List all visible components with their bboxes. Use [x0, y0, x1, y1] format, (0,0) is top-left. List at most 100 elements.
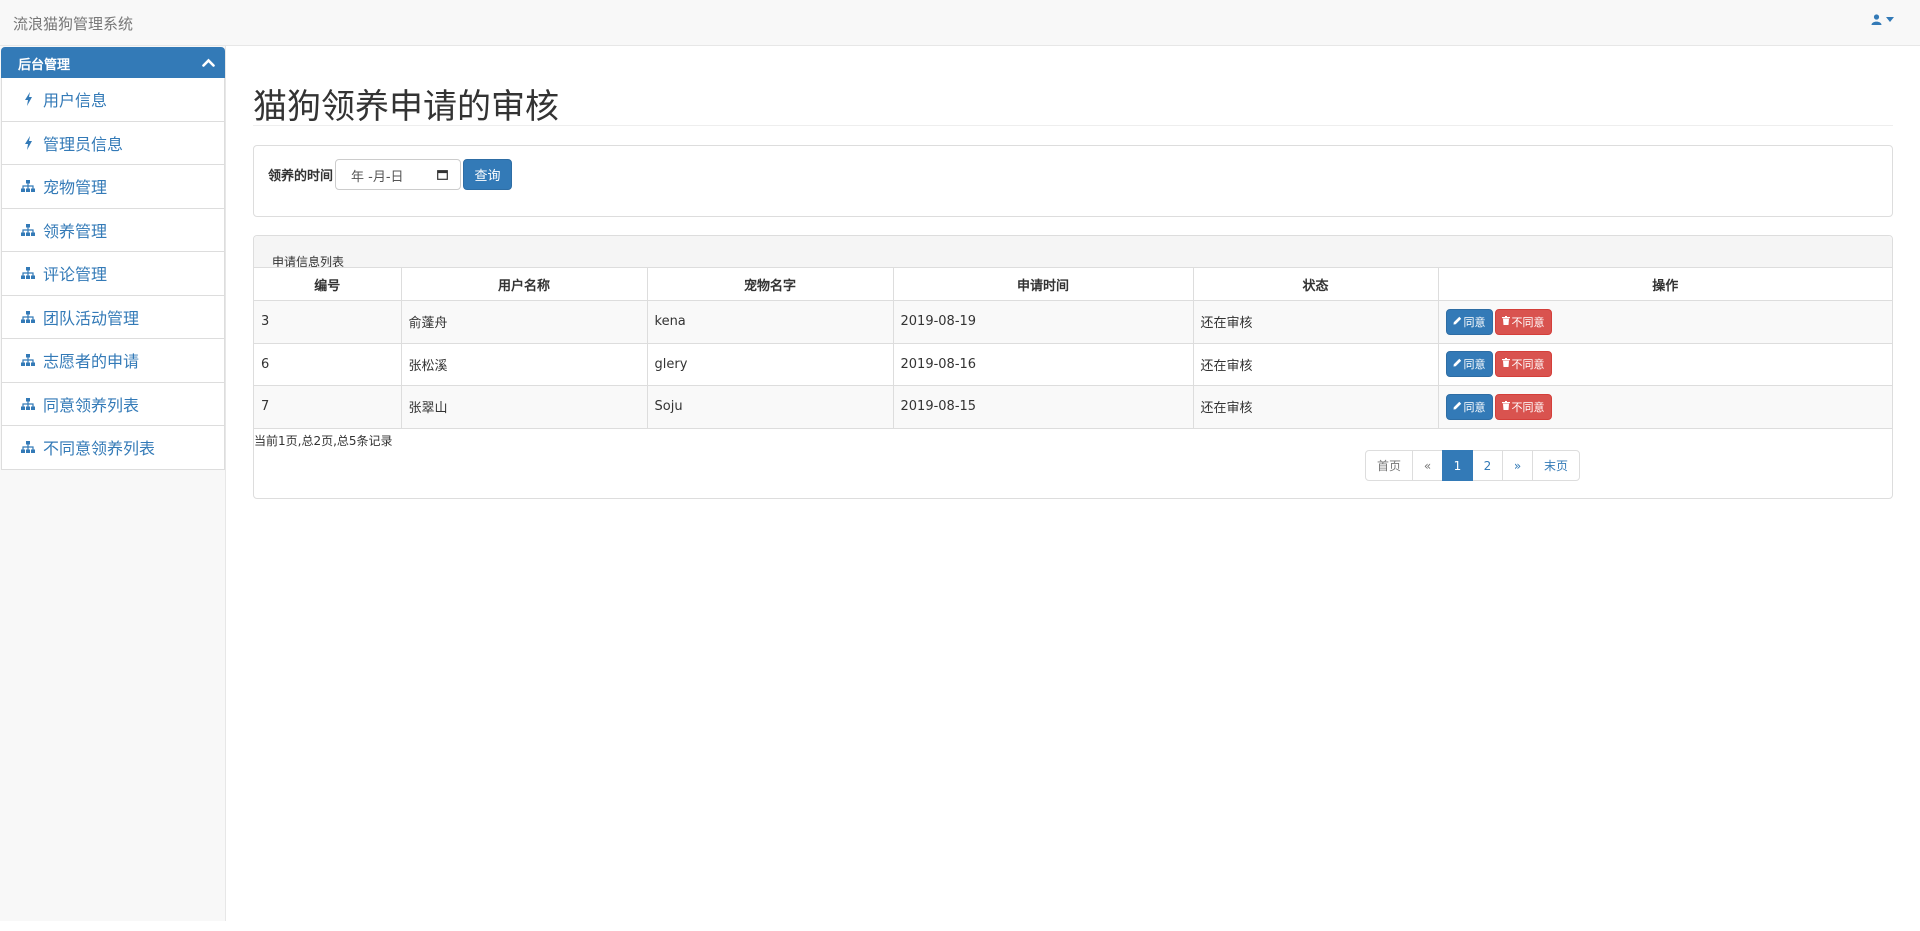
user-menu[interactable] [1871, 14, 1894, 25]
agree-label: 同意 [1463, 401, 1486, 414]
sitemap-icon [20, 309, 36, 325]
disagree-button[interactable]: 不同意 [1494, 351, 1552, 378]
chevron-up-icon [202, 56, 215, 71]
trash-icon [1501, 315, 1510, 328]
sidebar-item-label: 管理员信息 [43, 134, 124, 154]
id-cell: 7 [254, 385, 402, 429]
sidebar-item-label: 用户信息 [43, 91, 108, 111]
search-button[interactable]: 查询 [463, 159, 512, 190]
agree-button[interactable]: 同意 [1445, 308, 1493, 335]
calendar-icon[interactable] [437, 169, 448, 184]
sidebar-item-admins[interactable]: 管理员信息 [1, 121, 225, 165]
pencil-icon [1453, 358, 1462, 370]
sidebar-item-comments[interactable]: 评论管理 [1, 252, 225, 296]
caret-down-icon [1886, 17, 1894, 22]
page-2-button[interactable]: 2 [1472, 450, 1503, 481]
first-page-button[interactable]: 首页 [1365, 450, 1413, 481]
trash-icon [1501, 400, 1510, 413]
column-header: 操作 [1437, 267, 1892, 301]
sidebar-item-approved-adoptions[interactable]: 同意领养列表 [1, 382, 225, 426]
sidebar-item-users[interactable]: 用户信息 [1, 78, 225, 122]
pet-name-cell: Soju [646, 385, 894, 429]
id-cell: 6 [254, 342, 402, 386]
agree-label: 同意 [1463, 316, 1486, 329]
sidebar-item-label: 不同意领养列表 [43, 439, 156, 459]
disagree-label: 不同意 [1511, 316, 1545, 329]
next-page-button[interactable]: » [1502, 450, 1533, 481]
column-header: 申请时间 [892, 267, 1194, 301]
app-brand[interactable]: 流浪猫狗管理系统 [13, 13, 133, 34]
sitemap-icon [20, 439, 36, 455]
table-row: 6 张松溪 glery 2019-08-16 还在审核 同意 不同意 [254, 342, 1892, 386]
user-name-cell: 张翠山 [400, 385, 648, 429]
actions-cell: 同意 不同意 [1437, 385, 1892, 429]
column-header: 状态 [1192, 267, 1439, 301]
sidebar-item-team-activities[interactable]: 团队活动管理 [1, 295, 225, 339]
pagination: 首页 «1 2» 末页 [1365, 450, 1580, 481]
apply-date-cell: 2019-08-15 [892, 385, 1194, 429]
status-cell: 还在审核 [1192, 342, 1439, 386]
bolt-icon [20, 91, 36, 107]
pencil-icon [1453, 316, 1462, 328]
sidebar-header-label: 后台管理 [18, 58, 71, 73]
top-navbar: 流浪猫狗管理系统 [0, 0, 1920, 46]
column-header: 用户名称 [400, 267, 648, 301]
sitemap-icon [20, 178, 36, 194]
sidebar-header[interactable]: 后台管理 [1, 47, 225, 78]
user-name-cell: 俞蓬舟 [400, 300, 648, 344]
disagree-button[interactable]: 不同意 [1494, 393, 1552, 420]
table-row: 7 张翠山 Soju 2019-08-15 还在审核 同意 不同意 [254, 385, 1892, 429]
sidebar-item-label: 同意领养列表 [43, 395, 140, 415]
sidebar-item-adoption[interactable]: 领养管理 [1, 208, 225, 252]
disagree-label: 不同意 [1511, 401, 1545, 414]
sidebar-item-label: 志愿者的申请 [43, 352, 140, 372]
sidebar-item-label: 领养管理 [43, 221, 108, 241]
pencil-icon [1453, 401, 1462, 413]
bolt-icon [20, 135, 36, 151]
agree-button[interactable]: 同意 [1445, 393, 1493, 420]
actions-cell: 同意 不同意 [1437, 342, 1892, 386]
page-1-button[interactable]: 1 [1442, 450, 1473, 481]
sidebar: 后台管理 用户信息管理员信息宠物管理领养管理评论管理团队活动管理 志愿者的申请 同意… [0, 46, 226, 921]
sidebar-item-pets[interactable]: 宠物管理 [1, 165, 225, 209]
pet-name-cell: glery [646, 342, 894, 386]
table-body: 3 俞蓬舟 kena 2019-08-19 还在审核 同意 不同意 6 张松溪 glery 2019… [254, 300, 1892, 429]
agree-label: 同意 [1463, 359, 1486, 372]
sidebar-item-label: 评论管理 [43, 265, 108, 285]
sitemap-icon [20, 352, 36, 368]
search-panel: 领养的时间 年 -月-日 查询 [253, 145, 1893, 217]
title-divider [253, 125, 1893, 126]
sitemap-icon [20, 396, 36, 412]
sidebar-item-label: 宠物管理 [43, 178, 108, 198]
adopt-date-input[interactable]: 年 -月-日 [335, 159, 461, 190]
status-cell: 还在审核 [1192, 385, 1439, 429]
column-header: 宠物名字 [646, 267, 894, 301]
sidebar-item-label: 团队活动管理 [43, 308, 140, 328]
adopt-time-label: 领养的时间 [268, 169, 334, 184]
prev-page-button[interactable]: « [1412, 450, 1443, 481]
page-info: 当前1页,总2页,总5条记录 [254, 434, 393, 448]
table-row: 3 俞蓬舟 kena 2019-08-19 还在审核 同意 不同意 [254, 300, 1892, 344]
trash-icon [1501, 358, 1510, 370]
disagree-label: 不同意 [1511, 359, 1545, 372]
application-list-panel: 申请信息列表 编号 用户名称 宠物名字 申请时间 状态 操作 3 俞蓬舟 kena 2019-0… [253, 235, 1893, 499]
status-cell: 还在审核 [1192, 300, 1439, 344]
sidebar-menu: 用户信息管理员信息宠物管理领养管理评论管理团队活动管理 志愿者的申请 同意领养列表不… [1, 78, 225, 470]
actions-cell: 同意 不同意 [1437, 300, 1892, 344]
pet-name-cell: kena [646, 300, 894, 344]
user-icon [1871, 14, 1882, 25]
id-cell: 3 [254, 300, 402, 344]
last-page-button[interactable]: 末页 [1532, 450, 1580, 481]
user-name-cell: 张松溪 [400, 342, 648, 386]
page-title: 猫狗领养申请的审核 [253, 87, 559, 127]
application-table: 编号 用户名称 宠物名字 申请时间 状态 操作 3 俞蓬舟 kena 2019-08-19 还在审… [254, 267, 1892, 429]
column-header: 编号 [254, 267, 402, 301]
sidebar-item-rejected-adoptions[interactable]: 不同意领养列表 [1, 426, 225, 470]
sitemap-icon [20, 222, 36, 238]
sitemap-icon [20, 265, 36, 281]
agree-button[interactable]: 同意 [1445, 351, 1493, 378]
sidebar-item-volunteer-applications[interactable]: 志愿者的申请 [1, 339, 225, 383]
disagree-button[interactable]: 不同意 [1494, 308, 1552, 335]
apply-date-cell: 2019-08-19 [892, 300, 1194, 344]
apply-date-cell: 2019-08-16 [892, 342, 1194, 386]
